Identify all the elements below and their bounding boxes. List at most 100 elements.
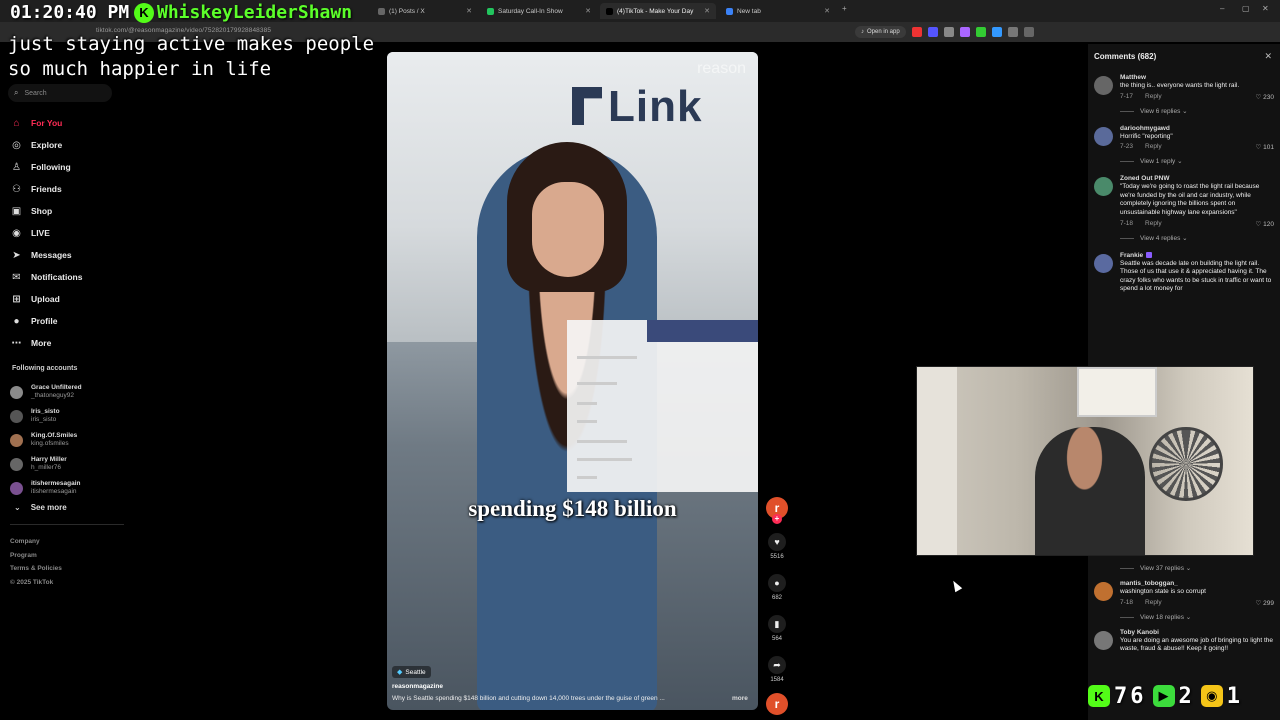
minimize-icon[interactable]: – — [1220, 4, 1224, 13]
sidebar-item-live[interactable]: ◉ LIVE — [10, 222, 82, 244]
reply-button[interactable]: Reply — [1145, 220, 1162, 228]
view-replies-button[interactable]: View 4 replies ⌄ — [1120, 234, 1274, 242]
comment-username[interactable]: darioohmygawd — [1120, 125, 1170, 132]
nav-icon: ✉ — [12, 271, 21, 283]
search-input[interactable]: ⌕ Search — [8, 84, 112, 102]
new-tab-button[interactable]: + — [842, 4, 847, 13]
sidebar-item-for-you[interactable]: ⌂ For You — [10, 112, 82, 134]
comment-username[interactable]: Zoned Out PNW — [1120, 175, 1169, 182]
browser-tab[interactable]: New tab ✕ — [720, 3, 836, 19]
avatar[interactable] — [1094, 582, 1113, 601]
extension-icon[interactable] — [1024, 27, 1034, 37]
comment-user[interactable]: Matthew — [1120, 74, 1274, 81]
mouse-cursor-icon — [949, 578, 963, 593]
sidebar-item-upload[interactable]: ⊞ Upload — [10, 288, 82, 310]
sidebar-item-friends[interactable]: ⚇ Friends — [10, 178, 82, 200]
comment-like-button[interactable]: ♡ 101 — [1256, 143, 1275, 151]
footer-link[interactable]: Company — [10, 535, 62, 549]
video-author[interactable]: reasonmagazine — [392, 683, 443, 690]
extension-icon[interactable] — [992, 27, 1002, 37]
comment-text: "Today we're going to roast the light ra… — [1120, 183, 1260, 216]
share-button[interactable]: ➦ 1584 — [765, 656, 789, 683]
tab-close-icon[interactable]: ✕ — [824, 7, 830, 15]
maximize-icon[interactable]: ▢ — [1242, 4, 1250, 13]
comment-button[interactable]: ● 682 — [765, 574, 789, 601]
extension-icon[interactable] — [960, 27, 970, 37]
comment-like-button[interactable]: ♡ 299 — [1256, 599, 1275, 607]
tab-close-icon[interactable]: ✕ — [585, 7, 591, 15]
comment-user[interactable]: darioohmygawd — [1120, 125, 1274, 132]
sidebar-item-explore[interactable]: ◎ Explore — [10, 134, 82, 156]
sidebar-item-following[interactable]: ♙ Following — [10, 156, 82, 178]
extension-icon[interactable] — [976, 27, 986, 37]
close-comments-icon[interactable]: ✕ — [1264, 51, 1272, 62]
description-more-link[interactable]: more — [732, 695, 748, 702]
footer-link[interactable]: Program — [10, 549, 62, 563]
comment-like-button[interactable]: ♡ 230 — [1256, 93, 1275, 101]
open-in-app-button[interactable]: ♪ Open in app — [855, 26, 906, 38]
reply-button[interactable]: Reply — [1145, 599, 1162, 607]
like-button[interactable]: ♥ 5516 — [765, 533, 789, 560]
comment-username[interactable]: Toby Kanobi — [1120, 629, 1159, 636]
following-account[interactable]: Grace Unfiltered _thatoneguy92 — [10, 380, 82, 404]
comment-username[interactable]: Matthew — [1120, 74, 1146, 81]
comment-like-count: 120 — [1263, 220, 1274, 228]
following-account[interactable]: Iris_sisto iris_sisto — [10, 404, 82, 428]
browser-tab[interactable]: Saturday Call-In Show ✕ — [481, 3, 597, 19]
search-icon: ⌕ — [14, 88, 19, 97]
footer-link[interactable]: Terms & Policies — [10, 562, 62, 576]
sound-avatar[interactable]: r — [766, 693, 788, 715]
chevron-down-icon: ⌄ — [1183, 565, 1192, 572]
browser-tab[interactable]: (1) Posts / X ✕ — [372, 3, 478, 19]
video-player[interactable]: Link reason — [387, 52, 758, 710]
webcam-overlay — [916, 366, 1254, 556]
comment-user[interactable]: Toby Kanobi — [1120, 629, 1274, 636]
save-button[interactable]: ▮ 564 — [765, 615, 789, 642]
browser-tab[interactable]: (4)TikTok - Make Your Day ✕ — [600, 3, 716, 19]
sidebar-item-shop[interactable]: ▣ Shop — [10, 200, 82, 222]
link-logo-icon — [572, 87, 602, 125]
view-replies-button[interactable]: View 6 replies ⌄ — [1120, 107, 1274, 115]
close-window-icon[interactable]: ✕ — [1262, 4, 1269, 13]
extension-icon[interactable] — [944, 27, 954, 37]
extension-icon[interactable] — [912, 27, 922, 37]
comment-user[interactable]: Zoned Out PNW — [1120, 175, 1274, 182]
tab-close-icon[interactable]: ✕ — [704, 7, 710, 15]
follow-plus-icon[interactable]: + — [772, 514, 782, 524]
reply-button[interactable]: Reply — [1145, 93, 1162, 101]
comment-username[interactable]: mantis_toboggan_ — [1120, 580, 1178, 587]
view-replies-button[interactable]: View 37 replies ⌄ — [1120, 564, 1274, 572]
avatar[interactable] — [1094, 76, 1113, 95]
account-name: itishermesagain — [31, 480, 81, 487]
sidebar-nav: ⌂ For You ◎ Explore ♙ Following ⚇ Friends ▣ Shop ◉… — [10, 112, 83, 354]
sidebar-item-messages[interactable]: ➤ Messages — [10, 244, 82, 266]
comment-item: View 37 replies ⌄ — [1094, 564, 1274, 572]
comment-user[interactable]: Frankie — [1120, 251, 1274, 259]
comment-user[interactable]: mantis_toboggan_ — [1120, 580, 1274, 587]
view-replies-button[interactable]: View 18 replies ⌄ — [1120, 613, 1274, 621]
sidebar-item-notifications[interactable]: ✉ Notifications — [10, 266, 82, 288]
avatar[interactable] — [1094, 253, 1113, 273]
see-more-button[interactable]: ⌄ See more — [14, 503, 67, 512]
comment-username[interactable]: Frankie — [1120, 252, 1143, 259]
avatar[interactable] — [1094, 126, 1113, 146]
avatar[interactable] — [1094, 630, 1113, 650]
extension-icon[interactable] — [928, 27, 938, 37]
sidebar-item-more[interactable]: ⋯ More — [10, 332, 82, 354]
avatar[interactable] — [1094, 177, 1113, 197]
comment-like-count: 299 — [1263, 599, 1274, 607]
extension-icon[interactable] — [1008, 27, 1018, 37]
creator-avatar[interactable]: r + — [766, 497, 788, 524]
save-count: 564 — [771, 636, 782, 642]
following-account[interactable]: King.Of.Smiles king.ofsmiles — [10, 428, 82, 452]
comment-like-button[interactable]: ♡ 120 — [1256, 220, 1275, 228]
link-sign-text: Link — [608, 82, 703, 131]
following-account[interactable]: Harry Miller h_miller76 — [10, 452, 82, 476]
location-tag[interactable]: ◆ Seattle — [392, 666, 431, 678]
nav-icon: ● — [13, 315, 20, 327]
view-replies-button[interactable]: View 1 reply ⌄ — [1120, 157, 1274, 165]
tab-close-icon[interactable]: ✕ — [466, 7, 472, 15]
reply-button[interactable]: Reply — [1145, 143, 1162, 151]
sidebar-item-profile[interactable]: ● Profile — [10, 310, 82, 332]
following-account[interactable]: itishermesagain itishermesagain — [10, 476, 82, 500]
